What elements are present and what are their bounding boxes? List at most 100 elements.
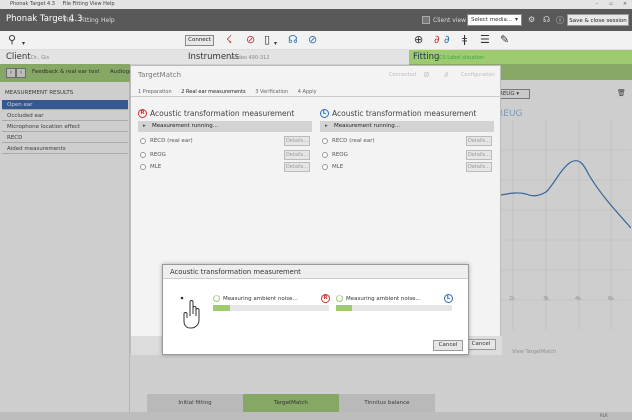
chevron-down-icon: ▾ (514, 16, 518, 23)
menu-help[interactable]: Help (101, 17, 115, 24)
client-view-checkbox[interactable] (422, 16, 430, 24)
details-button[interactable]: Details... (284, 136, 310, 146)
menu-file[interactable]: File (64, 17, 74, 24)
atm-right-progress (213, 305, 329, 311)
maximize-icon[interactable]: ▫ (604, 0, 618, 9)
details-button[interactable]: Details... (284, 150, 310, 160)
target-icon[interactable]: ⊕ (414, 34, 423, 46)
right-ear-icon: R (138, 109, 147, 118)
hearing-aid-right-icon[interactable]: ☇ (226, 34, 232, 46)
hand-instruction-icon (180, 296, 200, 329)
targetmatch-title: TargetMatch (138, 71, 182, 79)
ear-left-icon[interactable]: ∂ (444, 34, 450, 46)
tuning-fork-icon[interactable]: ǂ (462, 34, 467, 46)
instruments-model: Audeo 490-312 (231, 55, 270, 61)
radio-icon[interactable] (322, 138, 328, 144)
row-label: RECD (real ear) (150, 138, 193, 144)
media-select-value: Select media... (471, 17, 513, 23)
radio-icon[interactable] (322, 164, 328, 170)
right-ear-icon: R (321, 294, 330, 303)
atm-dialog: Acoustic transformation measurement Meas… (162, 264, 469, 355)
details-button[interactable]: Details... (466, 136, 492, 146)
details-button[interactable]: Details... (466, 162, 492, 172)
window-titlebar: Phonak Target 4.3 File Fitting View Help… (0, 0, 632, 9)
menu-hint: File Fitting View Help (62, 1, 115, 7)
client-label: Client (6, 52, 31, 62)
chevron-down-icon[interactable]: ▾ (274, 38, 277, 50)
client-view-label: Client view (433, 17, 467, 24)
connect-button[interactable]: Connect (185, 35, 214, 46)
settings-icon[interactable]: ⚙ (528, 15, 535, 24)
left-section-title: Acoustic transformation measurement (332, 109, 477, 118)
chevron-down-icon[interactable]: ▾ (22, 38, 25, 50)
atm-right-status: Measuring ambient noise... (213, 295, 298, 302)
wrench-icon[interactable]: ✎ (500, 34, 509, 46)
running-icon: ▸ (325, 123, 328, 129)
targetmatch-cancel-button[interactable]: Cancel (466, 339, 496, 350)
left-running-bar: ▸ Measurement running... (320, 121, 494, 132)
details-button[interactable]: Details... (466, 150, 492, 160)
step-breadcrumb: 1 Preparation 2 Real ear measurements 3 … (138, 89, 325, 95)
configuration-label: Configuration (461, 72, 495, 78)
right-row-reog: REOG Details... (138, 149, 312, 161)
step-real-ear[interactable]: 2 Real ear measurements (181, 89, 245, 95)
client-icon[interactable]: ⚲ (8, 34, 16, 46)
main-toolbar: ⚲ ▾ Connect ☇ ⊘ ▯ ▾ ☊ ⊘ ⊕ ∂ ∂ ǂ ☰ ✎ (0, 31, 632, 77)
client-name: Dr., Gis (31, 55, 50, 61)
divider (131, 96, 502, 97)
row-label: RECD (real ear) (332, 138, 375, 144)
right-row-mle: MLE Details... (138, 161, 312, 173)
step-apply[interactable]: 4 Apply (298, 89, 317, 95)
right-running-text: Measurement running... (152, 123, 218, 129)
atm-left-status: Measuring ambient noise... (336, 295, 421, 302)
info-icon[interactable]: ⓘ (556, 15, 564, 26)
row-label: REOG (332, 152, 348, 158)
radio-icon[interactable] (140, 138, 146, 144)
atm-dialog-title: Acoustic transformation measurement (163, 265, 468, 279)
atm-cancel-button[interactable]: Cancel (433, 340, 463, 351)
app-menubar: Phonak Target 4.3 File Fitting Help Clie… (0, 9, 632, 31)
left-ear-icon: L (444, 294, 453, 303)
spinner-icon (336, 295, 343, 302)
connected-label: Connected (389, 72, 416, 78)
ear-icon[interactable]: ∂ (444, 70, 448, 79)
sliders-icon[interactable]: ☰ (480, 34, 490, 46)
right-running-bar: ▸ Measurement running... (138, 121, 312, 132)
window-title: Phonak Target 4.3 (10, 1, 55, 7)
atm-left-status-text: Measuring ambient noise... (346, 296, 421, 302)
right-section-title: Acoustic transformation measurement (150, 109, 295, 118)
left-running-text: Measurement running... (334, 123, 400, 129)
row-label: MLE (150, 164, 162, 170)
radio-icon[interactable] (140, 152, 146, 158)
fitting-label: Fitting (413, 52, 440, 62)
close-icon[interactable]: × (618, 0, 632, 9)
atm-right-status-text: Measuring ambient noise... (223, 296, 298, 302)
mute-left-icon[interactable]: ⊘ (308, 34, 317, 46)
atm-left-progress (336, 305, 452, 311)
step-preparation[interactable]: 1 Preparation (138, 89, 172, 95)
left-row-reog: REOG Details... (320, 149, 494, 161)
row-label: MLE (332, 164, 344, 170)
details-button[interactable]: Details... (284, 162, 310, 172)
menu-fitting[interactable]: Fitting (80, 17, 99, 24)
step-verification[interactable]: 3 Verification (255, 89, 288, 95)
radio-icon[interactable] (322, 152, 328, 158)
save-close-button[interactable]: Save & close session (567, 14, 629, 26)
fitting-subtitle: CS Label situation (439, 55, 485, 61)
ear-icon[interactable]: ∂ (434, 34, 440, 46)
minimize-icon[interactable]: – (590, 0, 604, 9)
headphone-icon[interactable]: ☊ (543, 15, 550, 24)
media-select[interactable]: Select media... ▾ (467, 14, 522, 26)
mute-icon[interactable]: ⊘ (423, 70, 430, 79)
radio-icon[interactable] (140, 164, 146, 170)
right-row-recd: RECD (real ear) Details... (138, 135, 312, 147)
running-icon: ▸ (143, 123, 146, 129)
left-ear-icon: L (320, 109, 329, 118)
battery-icon[interactable]: ▯ (264, 34, 270, 46)
left-row-mle: MLE Details... (320, 161, 494, 173)
progress-fill (213, 305, 231, 311)
mute-right-icon[interactable]: ⊘ (246, 34, 255, 46)
progress-fill (336, 305, 353, 311)
hearing-aid-left-icon[interactable]: ☊ (288, 34, 298, 46)
spinner-icon (213, 295, 220, 302)
